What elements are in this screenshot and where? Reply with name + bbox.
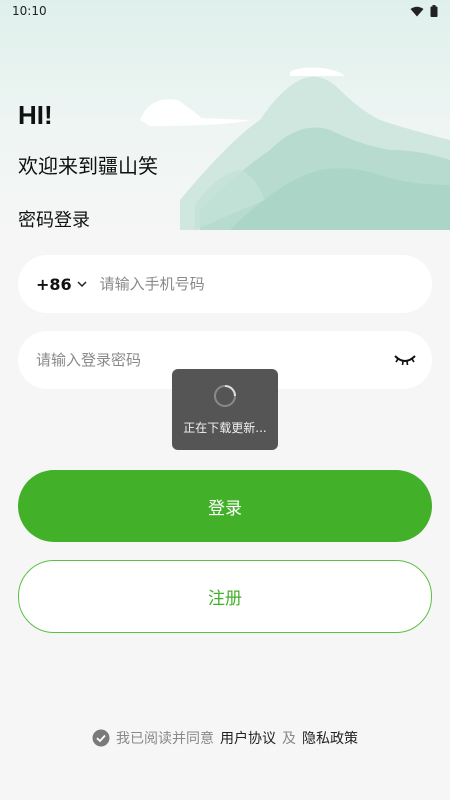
mountain-illustration [140,67,450,230]
phone-field: +86 [18,255,432,313]
loading-spinner-icon [214,385,236,407]
agreement-prefix: 我已阅读并同意 [116,731,214,747]
login-button[interactable]: 登录 [18,470,432,542]
privacy-policy-link[interactable]: 隐私政策 [302,728,358,748]
status-bar: 10:10 [0,0,450,22]
greeting-title: HI! [18,100,53,130]
user-agreement-link[interactable]: 用户协议 [220,728,276,748]
battery-icon [430,5,438,17]
phone-input[interactable] [99,275,432,293]
chevron-down-icon [77,281,87,288]
register-button[interactable]: 注册 [18,560,432,633]
login-mode-title: 密码登录 [18,210,90,231]
wifi-icon [410,6,424,16]
password-input[interactable] [36,351,394,369]
toast-text: 正在下载更新... [183,421,267,435]
checkbox-check-icon[interactable] [92,729,110,747]
agreement-row: 我已阅读并同意 用户协议 及 隐私政策 [0,728,450,748]
welcome-text: 欢迎来到疆山笑 [18,154,158,178]
country-code-selector[interactable]: +86 [36,275,88,294]
status-time: 10:10 [12,4,47,18]
agreement-and: 及 [282,731,296,747]
country-code: +86 [36,274,72,294]
download-toast: 正在下载更新... [172,369,278,450]
eye-closed-icon[interactable] [394,353,416,367]
